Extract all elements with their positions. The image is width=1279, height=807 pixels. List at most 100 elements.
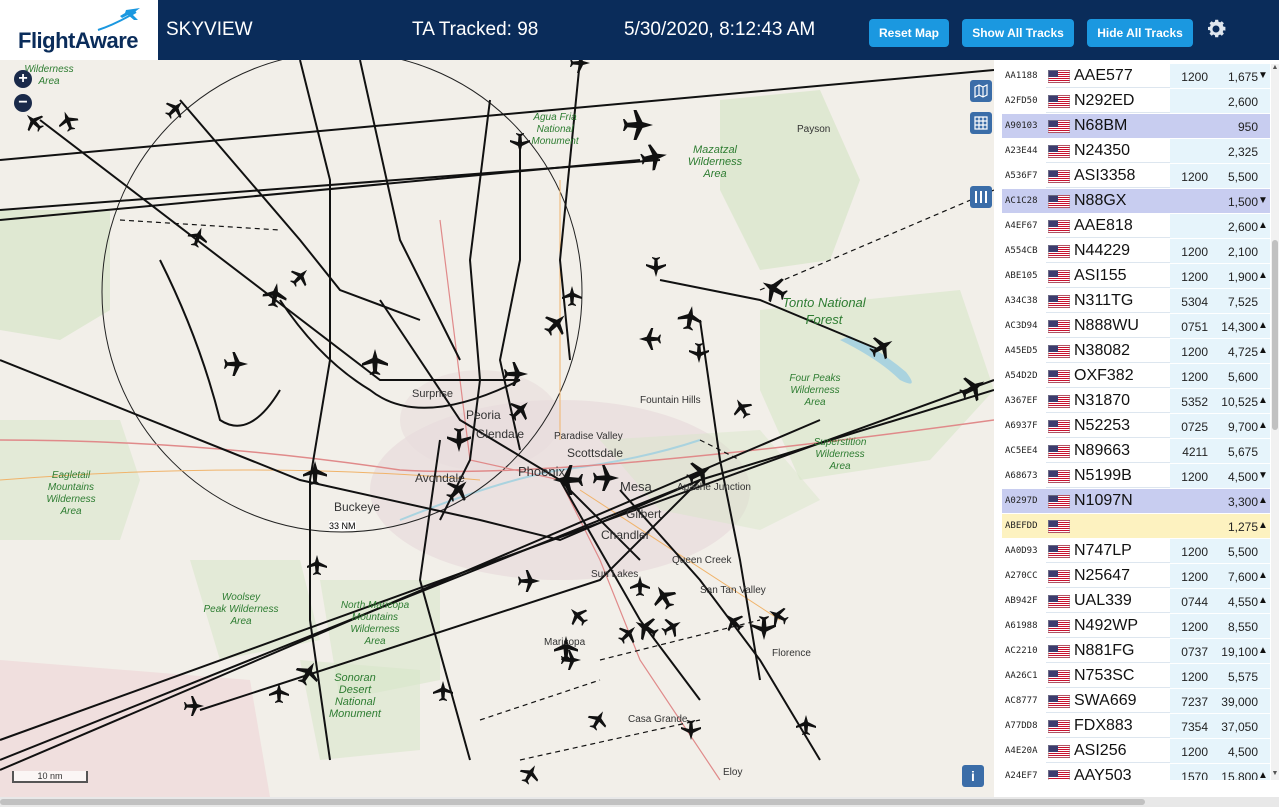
scroll-up-arrow[interactable]: ▲: [1271, 64, 1279, 74]
altitude-trend-icon: ▲: [1258, 220, 1268, 231]
table-row[interactable]: A4E20A ASI256 1200 4,500: [1002, 739, 1270, 763]
aircraft-ident: N44229: [1074, 242, 1131, 259]
info-button[interactable]: i: [962, 765, 984, 787]
park-label: Agua Fria National Monument: [531, 112, 579, 147]
table-row[interactable]: A90103 N68BM 950: [1002, 114, 1270, 138]
flight-map[interactable]: Surprise Peoria Glendale Paradise Valley…: [0, 60, 994, 797]
table-row[interactable]: A77DD8 FDX883 7354 37,050: [1002, 714, 1270, 738]
aircraft-altitude: 2,100: [1227, 245, 1258, 259]
table-row[interactable]: AB942F UAL339 0744 4,550 ▲: [1002, 589, 1270, 613]
park-labels: Wilderness Area Agua Fria National Monum…: [0, 60, 994, 797]
aircraft-altitude: 4,550: [1227, 595, 1258, 609]
aircraft-altitude: 2,325: [1227, 145, 1258, 159]
table-row[interactable]: AC1C28 N88GX 1,500 ▼: [1002, 189, 1270, 213]
table-row[interactable]: AA26C1 N753SC 1200 5,575: [1002, 664, 1270, 688]
table-row[interactable]: ABE105 ASI155 1200 1,900 ▲: [1002, 264, 1270, 288]
table-row[interactable]: A554CB N44229 1200 2,100: [1002, 239, 1270, 263]
horizontal-scroll-thumb[interactable]: [0, 799, 1145, 805]
table-row[interactable]: AC5EE4 N89663 4211 5,675: [1002, 439, 1270, 463]
aircraft-squawk: 5304: [1181, 295, 1208, 309]
columns-icon[interactable]: [970, 186, 992, 208]
aircraft-hex: ABE105: [1005, 271, 1038, 281]
table-row[interactable]: AC3D94 N888WU 0751 14,300 ▲: [1002, 314, 1270, 338]
altitude-trend-icon: ▲: [1258, 495, 1268, 506]
table-row[interactable]: A61988 N492WP 1200 8,550: [1002, 614, 1270, 638]
park-label: North Maricopa Mountains Wilderness Area: [340, 600, 410, 647]
us-flag-icon: [1048, 520, 1070, 533]
zoom-out-button[interactable]: −: [14, 94, 32, 112]
aircraft-ident: ASI256: [1074, 742, 1127, 759]
aircraft-hex: A45ED5: [1005, 346, 1038, 356]
aircraft-squawk: 1200: [1181, 370, 1208, 384]
table-row[interactable]: A54D2D OXF382 1200 5,600: [1002, 364, 1270, 388]
aircraft-altitude: 39,000: [1221, 695, 1258, 709]
aircraft-squawk: 1570: [1181, 770, 1208, 780]
altitude-trend-icon: ▲: [1258, 420, 1268, 431]
table-row[interactable]: ABEFDD 1,275 ▲: [1002, 514, 1270, 538]
flightaware-logo[interactable]: FlightAware: [0, 0, 160, 60]
aircraft-squawk: 1200: [1181, 545, 1208, 559]
us-flag-icon: [1048, 195, 1070, 208]
us-flag-icon: [1048, 395, 1070, 408]
table-row[interactable]: A6937F N52253 0725 9,700 ▲: [1002, 414, 1270, 438]
scroll-down-arrow[interactable]: ▼: [1271, 770, 1279, 780]
aircraft-squawk: 1200: [1181, 470, 1208, 484]
table-row[interactable]: A367EF N31870 5352 10,525 ▲: [1002, 389, 1270, 413]
aircraft-ident: ASI155: [1074, 267, 1127, 284]
aircraft-ident: N492WP: [1074, 617, 1139, 634]
aircraft-hex: A61988: [1005, 621, 1038, 631]
aircraft-altitude: 2,600: [1227, 95, 1258, 109]
zoom-in-button[interactable]: +: [14, 70, 32, 88]
table-row[interactable]: A24EF7 AAY503 1570 15,800 ▲: [1002, 764, 1270, 780]
aircraft-ident: OXF382: [1074, 367, 1134, 384]
table-row[interactable]: AA0D93 N747LP 1200 5,500: [1002, 539, 1270, 563]
table-scroll-thumb[interactable]: [1272, 240, 1278, 430]
show-all-tracks-button[interactable]: Show All Tracks: [962, 19, 1074, 47]
table-row[interactable]: A270CC N25647 1200 7,600 ▲: [1002, 564, 1270, 588]
table-row[interactable]: A23E44 N24350 2,325: [1002, 139, 1270, 163]
grid-icon[interactable]: [970, 112, 992, 134]
table-row[interactable]: A68673 N5199B 1200 4,500 ▼: [1002, 464, 1270, 488]
us-flag-icon: [1048, 745, 1070, 758]
table-row[interactable]: A0297D N1097N 3,300 ▲: [1002, 489, 1270, 513]
altitude-trend-icon: ▲: [1258, 520, 1268, 531]
park-label: Eagletail Mountains Wilderness Area: [46, 470, 96, 517]
us-flag-icon: [1048, 620, 1070, 633]
aircraft-altitude: 2,600: [1227, 220, 1258, 234]
table-row[interactable]: A4EF67 AAE818 2,600 ▲: [1002, 214, 1270, 238]
aircraft-hex: AC8777: [1005, 696, 1038, 706]
table-row[interactable]: AC2210 N881FG 0737 19,100 ▲: [1002, 639, 1270, 663]
aircraft-hex: AC1C28: [1005, 196, 1038, 206]
aircraft-ident: N753SC: [1074, 667, 1135, 684]
aircraft-altitude: 5,500: [1227, 170, 1258, 184]
aircraft-hex: A554CB: [1005, 246, 1038, 256]
aircraft-altitude: 8,550: [1227, 620, 1258, 634]
aircraft-table[interactable]: AA1188 AAE577 1200 1,675 ▼ A2FD50 N292ED 2,600 A…: [1002, 64, 1270, 780]
table-row[interactable]: A2FD50 N292ED 2,600: [1002, 89, 1270, 113]
hide-all-tracks-button[interactable]: Hide All Tracks: [1087, 19, 1193, 47]
aircraft-hex: A4E20A: [1005, 746, 1038, 756]
reset-map-button[interactable]: Reset Map: [869, 19, 949, 47]
map-layers-icon[interactable]: [970, 80, 992, 102]
park-label: Sonoran Desert National Monument: [329, 672, 381, 720]
aircraft-hex: A68673: [1005, 471, 1038, 481]
aircraft-ident: N747LP: [1074, 542, 1132, 559]
aircraft-squawk: 7237: [1181, 695, 1208, 709]
table-row[interactable]: A34C38 N311TG 5304 7,525: [1002, 289, 1270, 313]
gear-icon[interactable]: [1204, 17, 1228, 41]
aircraft-ident: N1097N: [1074, 492, 1133, 509]
aircraft-altitude: 4,500: [1227, 470, 1258, 484]
table-row[interactable]: AA1188 AAE577 1200 1,675 ▼: [1002, 64, 1270, 88]
us-flag-icon: [1048, 570, 1070, 583]
table-row[interactable]: AC8777 SWA669 7237 39,000: [1002, 689, 1270, 713]
table-row[interactable]: A45ED5 N38082 1200 4,725 ▲: [1002, 339, 1270, 363]
aircraft-altitude: 9,700: [1227, 420, 1258, 434]
aircraft-hex: AC5EE4: [1005, 446, 1038, 456]
altitude-trend-icon: ▲: [1258, 395, 1268, 406]
logo-text: FlightAware: [18, 28, 139, 53]
aircraft-hex: A367EF: [1005, 396, 1038, 406]
us-flag-icon: [1048, 220, 1070, 233]
aircraft-altitude: 19,100: [1221, 645, 1258, 659]
aircraft-ident: N292ED: [1074, 92, 1135, 109]
table-row[interactable]: A536F7 ASI3358 1200 5,500: [1002, 164, 1270, 188]
